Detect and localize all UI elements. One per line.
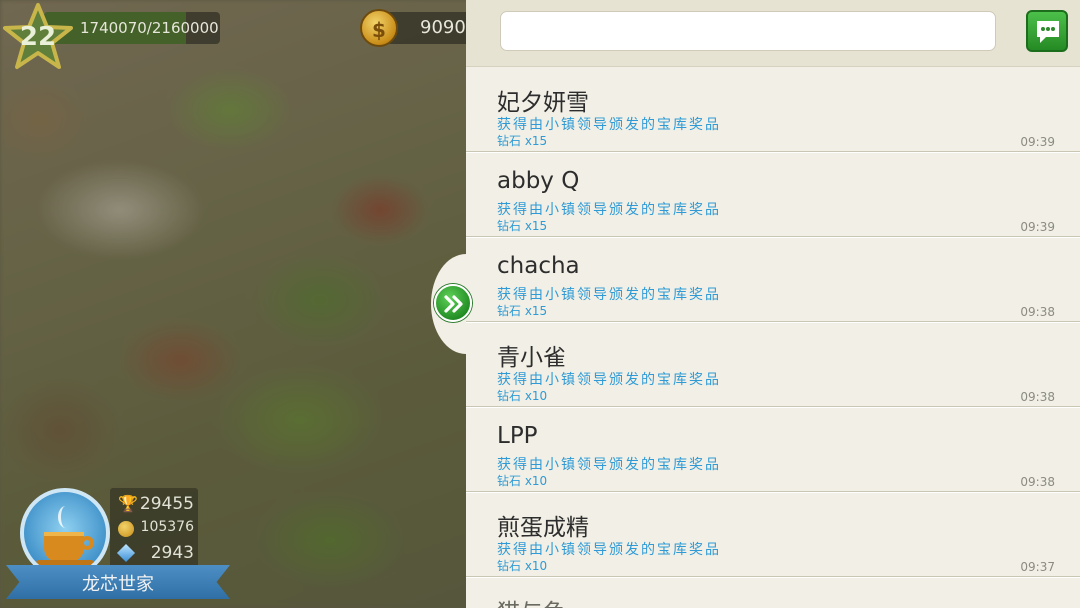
- message-text: 获得由小镇领导颁发的宝库奖品: [497, 287, 721, 303]
- town-stats-panel: 🏆 29455 105376 2943: [110, 488, 198, 568]
- message-text: 获得由小镇领导颁发的宝库奖品: [497, 542, 721, 558]
- level-number: 22: [19, 22, 57, 52]
- list-item[interactable]: abby Q 获得由小镇领导颁发的宝库奖品 钻石 x15 09:39: [466, 152, 1080, 237]
- steam-icon: [58, 506, 73, 528]
- list-item[interactable]: 煎蛋成精 获得由小镇领导颁发的宝库奖品 钻石 x10 09:37: [466, 492, 1080, 577]
- gem-icon: [116, 543, 136, 563]
- sender-name: chacha: [497, 253, 580, 279]
- list-item[interactable]: 妃夕妍雪 获得由小镇领导颁发的宝库奖品 钻石 x15 09:39: [466, 67, 1080, 152]
- collapse-panel-button[interactable]: [434, 284, 472, 322]
- reward-text: 钻石 x10: [497, 389, 548, 403]
- list-item[interactable]: chacha 获得由小镇领导颁发的宝库奖品 钻石 x15 09:38: [466, 237, 1080, 322]
- timestamp: 09:37: [1020, 560, 1055, 574]
- coin-count: 9090: [420, 17, 466, 38]
- timestamp: 09:38: [1020, 305, 1055, 319]
- reward-text: 钻石 x10: [497, 474, 548, 488]
- coin-stat: 105376: [110, 517, 198, 541]
- timestamp: 09:38: [1020, 475, 1055, 489]
- message-list[interactable]: 妃夕妍雪 获得由小镇领导颁发的宝库奖品 钻石 x15 09:39 abby Q …: [466, 67, 1080, 608]
- chat-input[interactable]: [500, 11, 996, 51]
- town-avatar[interactable]: [20, 488, 110, 578]
- coin-icon: [118, 521, 134, 537]
- town-coin-count: 105376: [140, 519, 194, 535]
- sender-name: 煎蛋成精: [497, 515, 589, 541]
- trophy-icon: 🏆: [118, 494, 138, 513]
- sender-name: 猫与鱼: [497, 593, 566, 608]
- sender-name: LPP: [497, 423, 538, 449]
- trophy-count: 29455: [139, 494, 194, 514]
- reward-text: 钻石 x15: [497, 304, 548, 318]
- list-item[interactable]: 猫与鱼: [466, 577, 1080, 608]
- cup-icon: [44, 532, 84, 562]
- sender-name: abby Q: [497, 168, 580, 194]
- message-text: 获得由小镇领导颁发的宝库奖品: [497, 457, 721, 473]
- sender-name: 青小雀: [497, 345, 566, 371]
- xp-text: 1740070/2160000: [80, 19, 219, 37]
- panel-header: [466, 0, 1080, 67]
- timestamp: 09:39: [1020, 135, 1055, 149]
- message-panel: 妃夕妍雪 获得由小镇领导颁发的宝库奖品 钻石 x15 09:39 abby Q …: [466, 0, 1080, 608]
- reward-text: 钻石 x15: [497, 219, 548, 233]
- timestamp: 09:39: [1020, 220, 1055, 234]
- chat-button[interactable]: [1026, 10, 1068, 52]
- message-text: 获得由小镇领导颁发的宝库奖品: [497, 202, 721, 218]
- trophy-stat: 🏆 29455: [110, 492, 198, 516]
- town-name: 龙芯世家: [82, 574, 154, 595]
- list-item[interactable]: LPP 获得由小镇领导颁发的宝库奖品 钻石 x10 09:38: [466, 407, 1080, 492]
- gem-count: 2943: [150, 543, 194, 563]
- sender-name: 妃夕妍雪: [497, 90, 589, 116]
- gem-stat: 2943: [110, 541, 198, 565]
- timestamp: 09:38: [1020, 390, 1055, 404]
- cup-handle-icon: [80, 536, 94, 550]
- reward-text: 钻石 x15: [497, 134, 548, 148]
- message-text: 获得由小镇领导颁发的宝库奖品: [497, 117, 721, 133]
- reward-text: 钻石 x10: [497, 559, 548, 573]
- message-text: 获得由小镇领导颁发的宝库奖品: [497, 372, 721, 388]
- double-chevron-right-icon: [444, 295, 463, 313]
- list-item[interactable]: 青小雀 获得由小镇领导颁发的宝库奖品 钻石 x10 09:38: [466, 322, 1080, 407]
- chat-bubble-icon: [1037, 21, 1059, 43]
- coin-icon: $: [360, 9, 398, 47]
